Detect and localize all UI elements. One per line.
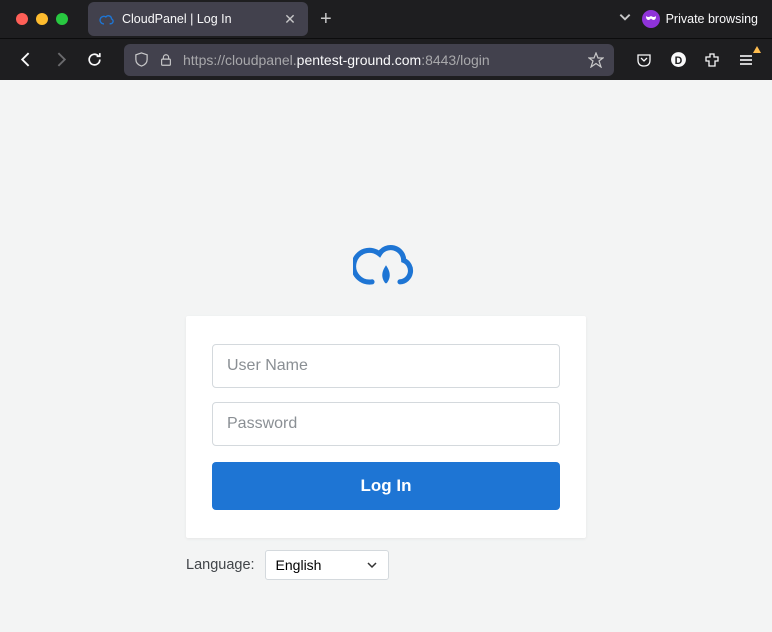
login-card: Log In (186, 316, 586, 538)
language-label: Language: (186, 557, 255, 573)
tab-bar: CloudPanel | Log In ✕ + Private browsing (0, 0, 772, 38)
shield-icon[interactable] (134, 52, 149, 67)
mask-icon (642, 10, 660, 28)
window-maximize-button[interactable] (56, 13, 68, 25)
browser-tab[interactable]: CloudPanel | Log In ✕ (88, 2, 308, 36)
url-bar[interactable]: https://cloudpanel.pentest-ground.com:84… (124, 44, 614, 76)
username-input[interactable] (212, 344, 560, 388)
tab-title: CloudPanel | Log In (122, 12, 274, 26)
app-menu-button[interactable] (734, 48, 758, 72)
window-minimize-button[interactable] (36, 13, 48, 25)
window-controls (16, 13, 68, 25)
circle-d-icon[interactable]: D (666, 48, 690, 72)
svg-text:D: D (674, 55, 682, 67)
forward-button[interactable] (48, 48, 72, 72)
cloudpanel-logo-icon (186, 238, 586, 294)
bookmark-star-icon[interactable] (588, 52, 604, 68)
language-row: Language: English (186, 550, 586, 580)
address-bar: https://cloudpanel.pentest-ground.com:84… (0, 38, 772, 80)
lock-icon[interactable] (159, 53, 173, 67)
login-container: Log In Language: English (186, 80, 586, 580)
browser-chrome: CloudPanel | Log In ✕ + Private browsing (0, 0, 772, 80)
extensions-icon[interactable] (700, 48, 724, 72)
tabs-dropdown-button[interactable] (618, 10, 632, 29)
language-select[interactable]: English (265, 550, 389, 580)
private-browsing-label: Private browsing (666, 12, 758, 26)
pocket-icon[interactable] (632, 48, 656, 72)
url-text: https://cloudpanel.pentest-ground.com:84… (183, 52, 578, 68)
tab-close-icon[interactable]: ✕ (282, 11, 298, 28)
new-tab-button[interactable]: + (320, 8, 332, 31)
private-browsing-indicator: Private browsing (642, 10, 758, 28)
reload-button[interactable] (82, 48, 106, 72)
back-button[interactable] (14, 48, 38, 72)
notification-badge-icon (753, 46, 761, 53)
tab-favicon-icon (98, 11, 114, 27)
window-close-button[interactable] (16, 13, 28, 25)
password-input[interactable] (212, 402, 560, 446)
login-button[interactable]: Log In (212, 462, 560, 510)
page-viewport: Log In Language: English (0, 80, 772, 632)
